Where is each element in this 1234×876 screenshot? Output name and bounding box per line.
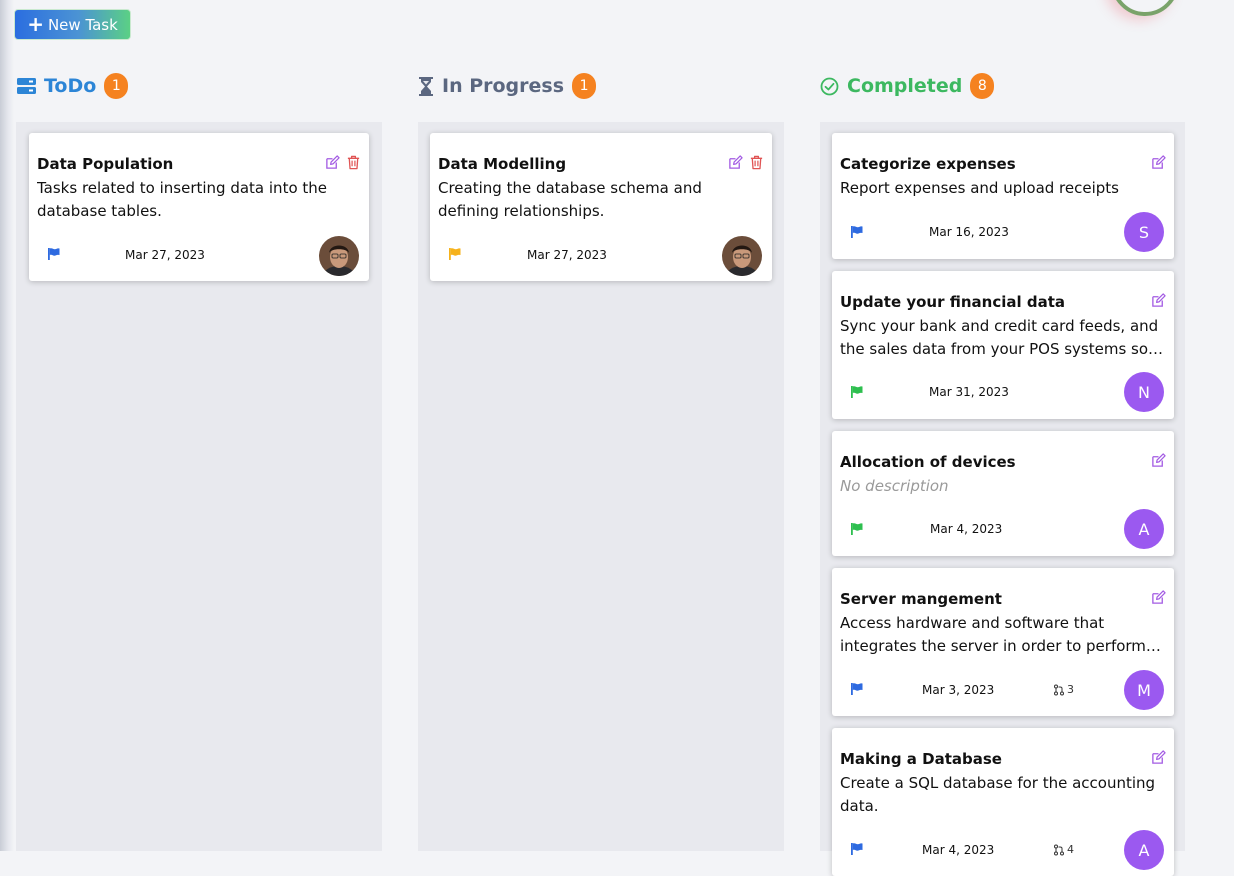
task-description: Tasks related to inserting data into the… [37,179,328,220]
avatar[interactable] [722,236,762,276]
task-description: Create a SQL database for the accounting… [840,774,1156,815]
task-title: Data Modelling [438,155,567,173]
due-date: Mar 4, 2023 [930,522,1003,536]
task-card[interactable]: Server mangement Access hardware and sof… [832,568,1174,716]
avatar[interactable]: N [1124,372,1164,412]
task-card[interactable]: Data Modelling Creating the database sch… [430,133,772,281]
left-edge-shadow [0,0,14,851]
task-title: Making a Database [840,750,1002,768]
edit-icon[interactable] [728,155,743,170]
column-title-todo: ToDo [44,75,97,97]
task-card[interactable]: Update your financial data Sync your ban… [832,271,1174,419]
git-pull-request-icon [1054,684,1064,695]
task-card[interactable]: Allocation of devices No description Mar… [832,431,1174,556]
column-title-completed: Completed [847,75,963,97]
lane-todo: Data Population Tasks related to inserti… [16,122,382,851]
task-title: Server mangement [840,590,1002,608]
task-card[interactable]: Data Population Tasks related to inserti… [29,133,369,281]
count-badge-todo: 1 [104,73,129,99]
avatar[interactable]: M [1124,670,1164,710]
task-description: Sync your bank and credit card feeds, an… [840,317,1159,358]
task-card[interactable]: Making a Database Create a SQL database … [832,728,1174,876]
git-pull-request-icon [1054,844,1064,855]
due-date: Mar 31, 2023 [929,385,1009,399]
hourglass-icon [419,76,433,96]
avatar[interactable]: A [1124,509,1164,549]
plus-icon: + [27,11,44,36]
count-badge-completed: 8 [970,73,995,99]
column-header-completed: Completed 8 [820,71,995,101]
due-date: Mar 27, 2023 [125,248,205,262]
subtask-count: 4 [1053,843,1074,856]
edit-icon[interactable] [1151,750,1166,765]
priority-flag-icon [48,248,60,260]
priority-flag-icon [851,523,863,535]
storage-icon [17,78,36,94]
column-header-in-progress: In Progress 1 [418,71,597,101]
avatar[interactable]: A [1124,830,1164,870]
due-date: Mar 3, 2023 [922,683,995,697]
new-task-label: New Task [47,15,118,34]
edit-icon[interactable] [1151,155,1166,170]
subtask-count-value: 3 [1067,683,1074,696]
due-date: Mar 16, 2023 [929,225,1009,239]
task-description: Access hardware and software that integr… [840,614,1146,655]
task-title: Categorize expenses [840,155,1016,173]
corner-decoration [1111,0,1179,16]
edit-icon[interactable] [1151,453,1166,468]
subtask-count: 3 [1053,683,1074,696]
priority-flag-icon [449,248,461,260]
priority-flag-icon [851,843,863,855]
column-header-todo: ToDo 1 [17,71,129,101]
task-title: Data Population [37,155,174,173]
subtask-count-value: 4 [1067,843,1074,856]
task-title: Update your financial data [840,293,1065,311]
task-card[interactable]: Categorize expenses Report expenses and … [832,133,1174,259]
column-title-in-progress: In Progress [442,75,565,97]
avatar[interactable]: S [1124,212,1164,252]
task-description: No description [840,477,949,495]
trash-icon[interactable] [749,155,764,170]
task-title: Allocation of devices [840,453,1016,471]
new-task-button[interactable]: + New Task [14,9,131,40]
priority-flag-icon [851,226,863,238]
count-badge-in-progress: 1 [572,73,597,99]
trash-icon[interactable] [346,155,361,170]
lane-completed: Categorize expenses Report expenses and … [820,122,1185,876]
due-date: Mar 4, 2023 [922,843,995,857]
avatar[interactable] [319,236,359,276]
priority-flag-icon [851,683,863,695]
edit-icon[interactable] [1151,293,1166,308]
task-description: Creating the database schema and definin… [438,179,702,220]
task-description: Report expenses and upload receipts [840,179,1119,197]
due-date: Mar 27, 2023 [527,248,607,262]
lane-in-progress: Data Modelling Creating the database sch… [418,122,784,851]
edit-icon[interactable] [325,155,340,170]
edit-icon[interactable] [1151,590,1166,605]
check-circle-icon [820,77,839,95]
priority-flag-icon [851,386,863,398]
